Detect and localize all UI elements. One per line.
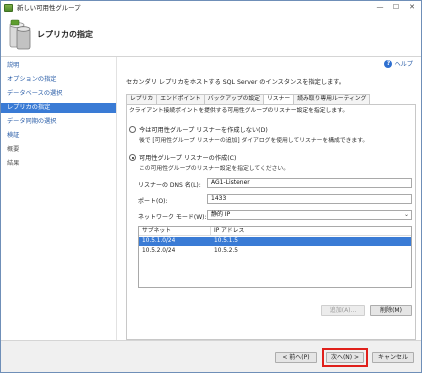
no-listener-option[interactable]: 今は可用性グループ リスナーを作成しない(D) xyxy=(129,125,268,134)
create-listener-description: この可用性グループのリスナー設定を指定してください。 xyxy=(139,166,290,172)
tab-endpoints[interactable]: エンドポイント xyxy=(156,94,205,104)
tab-read-only-routing[interactable]: 読み取り専用ルーティング xyxy=(293,94,371,104)
dns-name-input[interactable]: AG1-Listener xyxy=(207,178,412,188)
nav-item-validation[interactable]: 検証 xyxy=(1,131,116,141)
ip-address-cell: 10.5.1.5 xyxy=(214,238,238,244)
subnet-grid: サブネット IP アドレス 10.5.1.0/24 10.5.1.5 10.5.… xyxy=(138,226,412,288)
nav-item-data-sync[interactable]: データ同期の選択 xyxy=(1,117,116,127)
tab-strip: レプリカ エンドポイント バックアップの設定 リスナー 読み取り専用ルーティング xyxy=(126,94,371,105)
wizard-footer: < 前へ(P) 次へ(N) > キャンセル xyxy=(1,340,421,372)
tab-backup-preferences[interactable]: バックアップの設定 xyxy=(203,94,264,104)
ip-address-cell: 10.5.2.5 xyxy=(214,248,238,254)
title-bar: 新しい可用性グループ — ☐ ✕ xyxy=(1,1,421,14)
nav-item-results: 結果 xyxy=(7,160,20,167)
maximize-icon[interactable]: ☐ xyxy=(389,2,403,12)
dns-name-label: リスナーの DNS 名(L): xyxy=(138,182,201,189)
back-button[interactable]: < 前へ(P) xyxy=(275,352,317,363)
close-icon[interactable]: ✕ xyxy=(405,2,419,12)
table-row[interactable]: 10.5.1.0/24 10.5.1.5 xyxy=(139,237,411,246)
table-row[interactable]: 10.5.2.0/24 10.5.2.5 xyxy=(139,247,411,256)
network-mode-value: 静的 IP xyxy=(211,211,231,218)
app-icon xyxy=(4,3,13,12)
column-header-ip-address[interactable]: IP アドレス xyxy=(211,227,411,236)
add-button[interactable]: 追加(A)... xyxy=(321,305,365,316)
wizard-window: 新しい可用性グループ — ☐ ✕ レプリカの指定 説明 オプションの指定 データ… xyxy=(0,0,422,373)
create-listener-radio[interactable] xyxy=(129,154,136,161)
nav-item-summary: 概要 xyxy=(7,146,20,153)
database-cluster-icon xyxy=(9,19,31,50)
network-mode-select[interactable]: 静的 IP ⌄ xyxy=(207,210,412,220)
nav-item-description[interactable]: 説明 xyxy=(1,61,116,71)
wizard-body: 説明 オプションの指定 データベースの選択 レプリカの指定 データ同期の選択 検… xyxy=(1,57,421,340)
no-listener-label: 今は可用性グループ リスナーを作成しない(D) xyxy=(139,127,268,134)
tab-replicas[interactable]: レプリカ xyxy=(126,94,158,104)
wizard-header: レプリカの指定 xyxy=(1,14,421,57)
nav-item-options[interactable]: オプションの指定 xyxy=(1,75,116,85)
create-listener-option[interactable]: 可用性グループ リスナーの作成(C) xyxy=(129,153,236,162)
next-button-highlight xyxy=(322,348,368,367)
port-input[interactable]: 1433 xyxy=(207,194,412,204)
tab-description: クライアント接続ポイントを提供する可用性グループのリスナー設定を指定します。 xyxy=(129,108,349,114)
remove-button[interactable]: 削除(M) xyxy=(370,305,412,316)
instruction-text: セカンダリ レプリカをホストする SQL Server のインスタンスを指定しま… xyxy=(126,79,345,86)
listener-tab-panel: クライアント接続ポイントを提供する可用性グループのリスナー設定を指定します。 今… xyxy=(126,104,416,340)
create-listener-label: 可用性グループ リスナーの作成(C) xyxy=(139,155,237,162)
chevron-down-icon: ⌄ xyxy=(403,211,409,218)
wizard-content: セカンダリ レプリカをホストする SQL Server のインスタンスを指定しま… xyxy=(121,57,421,340)
network-mode-label: ネットワーク モード(W): xyxy=(138,214,207,221)
grid-header: サブネット IP アドレス xyxy=(139,227,411,236)
nav-item-databases[interactable]: データベースの選択 xyxy=(1,89,116,99)
wizard-nav: 説明 オプションの指定 データベースの選択 レプリカの指定 データ同期の選択 検… xyxy=(1,57,117,340)
no-listener-description: 後で [可用性グループ リスナーの追加] ダイアログを使用してリスナーを構成でき… xyxy=(139,138,369,144)
page-title: レプリカの指定 xyxy=(37,30,93,39)
subnet-cell: 10.5.2.0/24 xyxy=(142,248,176,254)
no-listener-radio[interactable] xyxy=(129,126,136,133)
window-controls: — ☐ ✕ xyxy=(373,2,419,12)
subnet-cell: 10.5.1.0/24 xyxy=(142,238,176,244)
port-label: ポート(O): xyxy=(138,198,168,205)
window-title: 新しい可用性グループ xyxy=(17,4,81,12)
minimize-icon[interactable]: — xyxy=(373,2,387,12)
nav-item-replicas[interactable]: レプリカの指定 xyxy=(1,103,116,113)
column-header-subnet[interactable]: サブネット xyxy=(139,227,211,236)
cancel-button[interactable]: キャンセル xyxy=(372,352,414,363)
